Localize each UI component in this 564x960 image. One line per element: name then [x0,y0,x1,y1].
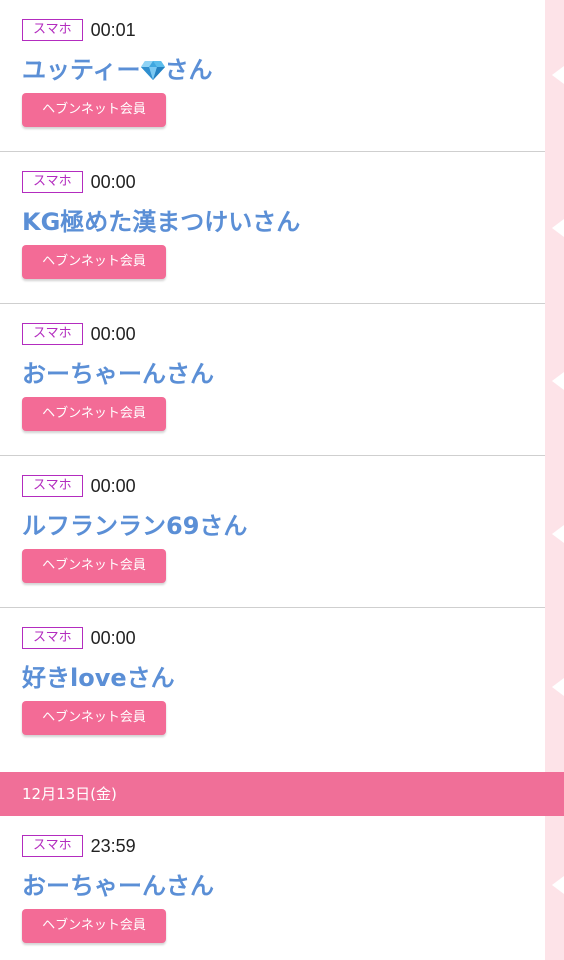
visitor-name[interactable]: おーちゃーんさん [22,866,214,901]
visit-time: 00:00 [90,627,136,648]
entry-meta: スマホ 23:59 [22,835,136,857]
visitor-name[interactable]: ルフランラン69さん [22,506,247,541]
device-badge: スマホ [22,323,83,345]
member-badge-button[interactable]: ヘブンネット会員 [22,909,166,943]
entry-meta: スマホ 00:00 [22,323,136,345]
member-badge-button[interactable]: ヘブンネット会員 [22,701,166,735]
visitor-name-prefix: ユッティー [22,56,141,84]
device-badge: スマホ [22,475,83,497]
left-arrow-icon[interactable] [552,876,564,894]
visitor-name[interactable]: 好きloveさん [22,658,175,693]
visit-time: 00:01 [90,19,136,40]
visitor-list: スマホ 00:01 ユッティー さん ヘブンネット会員 スマホ 00:00 KG… [0,0,564,960]
visitor-name[interactable]: KG極めた漢まつけいさん [22,202,300,237]
list-item[interactable]: スマホ 00:00 KG極めた漢まつけいさん ヘブンネット会員 [0,152,545,304]
date-header: 12月13日(金) [0,772,564,816]
visitor-name-suffix: さん [164,56,213,84]
left-arrow-icon[interactable] [552,525,564,543]
entry-meta: スマホ 00:01 [22,19,136,41]
device-badge: スマホ [22,627,83,649]
left-arrow-icon[interactable] [552,372,564,390]
list-item[interactable]: スマホ 23:59 おーちゃーんさん ヘブンネット会員 [0,816,545,960]
device-badge: スマホ [22,835,83,857]
access-history-page: スマホ 00:01 ユッティー さん ヘブンネット会員 スマホ 00:00 KG… [0,0,564,960]
left-arrow-icon[interactable] [552,678,564,696]
list-item[interactable]: スマホ 00:00 おーちゃーんさん ヘブンネット会員 [0,304,545,456]
visit-time: 00:00 [90,323,136,344]
device-badge: スマホ [22,171,83,193]
visit-time: 23:59 [90,835,136,856]
entry-meta: スマホ 00:00 [22,171,136,193]
visit-time: 00:00 [90,171,136,192]
list-item[interactable]: スマホ 00:01 ユッティー さん ヘブンネット会員 [0,0,545,152]
member-badge-button[interactable]: ヘブンネット会員 [22,549,166,583]
visitor-name[interactable]: ユッティー さん [22,50,213,85]
list-item[interactable]: スマホ 00:00 好きloveさん ヘブンネット会員 [0,608,545,760]
visitor-name[interactable]: おーちゃーんさん [22,354,214,389]
device-badge: スマホ [22,19,83,41]
diamond-icon [140,61,165,80]
member-badge-button[interactable]: ヘブンネット会員 [22,93,166,127]
list-item[interactable]: スマホ 00:00 ルフランラン69さん ヘブンネット会員 [0,456,545,608]
visit-time: 00:00 [90,475,136,496]
side-scroll-strip [545,0,564,960]
member-badge-button[interactable]: ヘブンネット会員 [22,245,166,279]
entry-meta: スマホ 00:00 [22,627,136,649]
left-arrow-icon[interactable] [552,66,564,84]
entry-meta: スマホ 00:00 [22,475,136,497]
left-arrow-icon[interactable] [552,219,564,237]
member-badge-button[interactable]: ヘブンネット会員 [22,397,166,431]
